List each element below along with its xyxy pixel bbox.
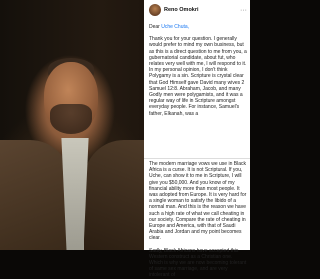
post-card-bottom: The modern marriage vows we use in Black… bbox=[144, 158, 250, 278]
author-name[interactable]: Reno Omokri bbox=[164, 7, 199, 13]
beard bbox=[50, 104, 92, 134]
salutation-line: Dear Uche Chuta, bbox=[149, 24, 247, 30]
post-paragraph-3: Sadly, Black Africans have accepted this… bbox=[149, 247, 247, 279]
post-header: Reno Omokri ··· bbox=[149, 2, 247, 18]
jacket-right bbox=[84, 140, 144, 250]
salutation: Dear bbox=[149, 24, 162, 30]
author-avatar[interactable] bbox=[149, 4, 161, 16]
more-options-icon[interactable]: ··· bbox=[240, 7, 247, 14]
post-paragraph-2: The modern marriage vows we use in Black… bbox=[149, 161, 247, 242]
mention-link[interactable]: Uche Chuta, bbox=[161, 24, 189, 30]
jacket-left bbox=[0, 140, 70, 250]
post-paragraph-1: Thank you for your question. I generally… bbox=[149, 36, 247, 117]
